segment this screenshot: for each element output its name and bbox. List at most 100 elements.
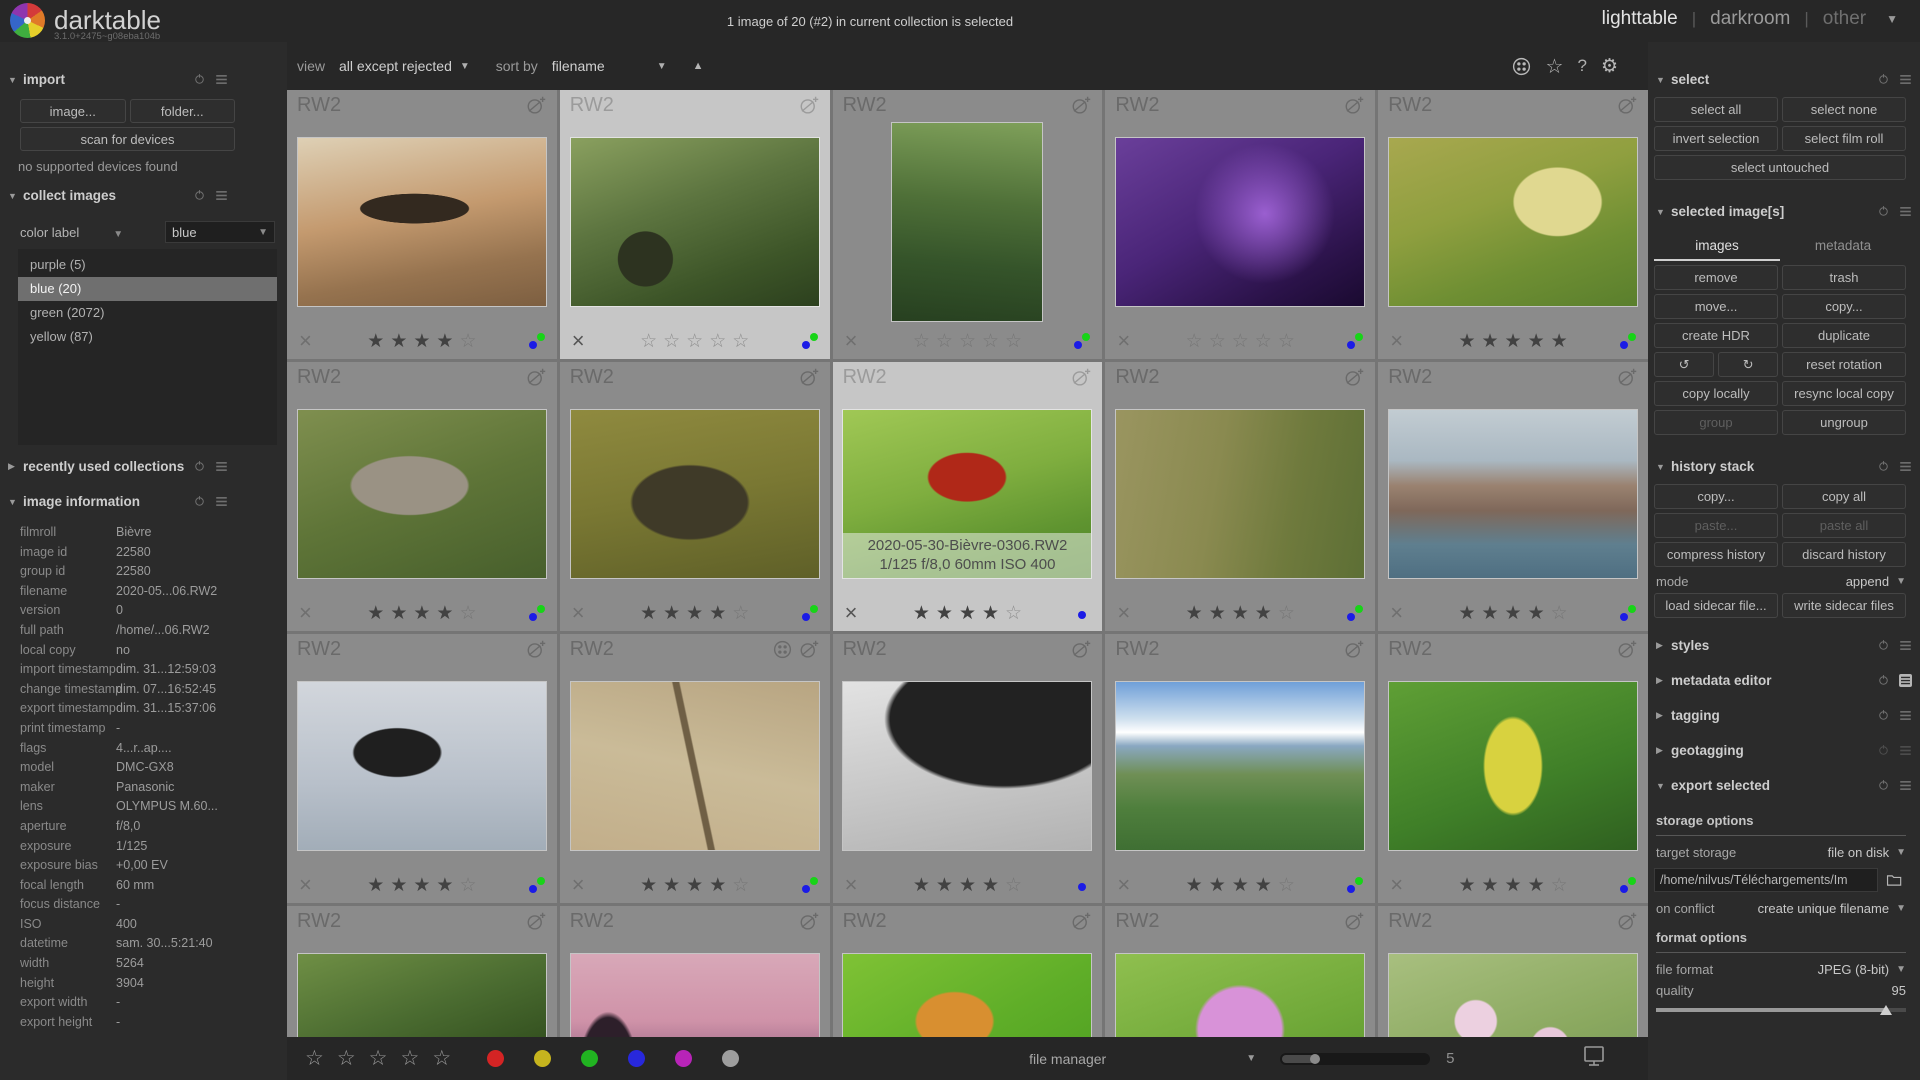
- load-sidecar-file-button[interactable]: load sidecar file...: [1654, 593, 1778, 618]
- yellow-label-filter[interactable]: [534, 1050, 551, 1067]
- star-icon[interactable]: ☆: [1005, 602, 1022, 625]
- star-icon[interactable]: ★: [709, 602, 726, 625]
- presets-icon[interactable]: [1899, 709, 1912, 722]
- thumbnail-cell[interactable]: RW2 × ★★★★☆: [287, 90, 557, 359]
- history-stack-header[interactable]: ▼ history stack: [1648, 453, 1920, 480]
- thumbnail-cell[interactable]: RW2 × ★★★★☆: [1378, 634, 1648, 903]
- import-image-button[interactable]: image...: [20, 99, 126, 123]
- purple-label-filter[interactable]: [675, 1050, 692, 1067]
- target-storage-value[interactable]: file on disk: [1828, 845, 1889, 860]
- star-icon[interactable]: ☆: [459, 874, 476, 897]
- view-darkroom[interactable]: darkroom: [1710, 8, 1790, 30]
- collection-list-item[interactable]: blue (20): [18, 277, 277, 301]
- star-icon[interactable]: ★: [1186, 874, 1203, 897]
- star-icon[interactable]: ☆: [936, 330, 953, 353]
- star-icon[interactable]: ★: [1482, 602, 1499, 625]
- trash-button[interactable]: trash: [1782, 265, 1906, 290]
- photo-thumbnail[interactable]: [843, 954, 1091, 1038]
- chevron-down-icon[interactable]: ▼: [1246, 1053, 1256, 1064]
- star-icon[interactable]: ★: [913, 602, 930, 625]
- star-icon[interactable]: ☆: [732, 874, 749, 897]
- thumbnail-cell[interactable]: RW2 × ☆☆☆☆☆: [833, 90, 1103, 359]
- thumbnail-cell[interactable]: RW2 × ☆☆☆☆☆: [1378, 906, 1648, 1037]
- metadata-editor-panel-header[interactable]: ▶ metadata editor: [1648, 667, 1920, 694]
- thumbnail-cell[interactable]: RW2 × ☆☆☆☆☆: [1105, 906, 1375, 1037]
- star-icon[interactable]: ☆: [1551, 874, 1568, 897]
- presets-icon[interactable]: [1899, 744, 1912, 757]
- star-icon[interactable]: ★: [1209, 602, 1226, 625]
- remove-button[interactable]: remove: [1654, 265, 1778, 290]
- star-rating[interactable]: ★★★★★: [1458, 330, 1567, 353]
- rotate-ccw-button[interactable]: ↺: [1654, 352, 1714, 377]
- tab-images[interactable]: images: [1654, 233, 1780, 261]
- star-icon[interactable]: ☆: [459, 602, 476, 625]
- rating-filter-star[interactable]: ☆: [369, 1046, 388, 1071]
- star-icon[interactable]: ☆: [982, 330, 999, 353]
- presets-icon[interactable]: [215, 495, 228, 508]
- star-icon[interactable]: ☆: [709, 330, 726, 353]
- collect-rule-property[interactable]: color label▼: [20, 225, 165, 240]
- photo-thumbnail[interactable]: [298, 682, 546, 850]
- blue-label-filter[interactable]: [628, 1050, 645, 1067]
- star-icon[interactable]: ★: [1551, 330, 1568, 353]
- photo-thumbnail[interactable]: [843, 682, 1091, 850]
- reject-icon[interactable]: ×: [1117, 331, 1130, 351]
- star-rating[interactable]: ☆☆☆☆☆: [1186, 330, 1295, 353]
- star-icon[interactable]: ★: [390, 330, 407, 353]
- star-icon[interactable]: ★: [1458, 874, 1475, 897]
- star-rating[interactable]: ★★★★☆: [913, 602, 1022, 625]
- star-icon[interactable]: ☆: [1186, 330, 1203, 353]
- view-filter-value[interactable]: all except rejected: [339, 58, 452, 74]
- star-rating[interactable]: ★★★★☆: [1186, 874, 1295, 897]
- reject-icon[interactable]: ×: [1390, 875, 1403, 895]
- reset-icon[interactable]: [193, 189, 206, 202]
- photo-thumbnail[interactable]: [1116, 682, 1364, 850]
- star-rating[interactable]: ★★★★☆: [913, 874, 1022, 897]
- duplicate-button[interactable]: duplicate: [1782, 323, 1906, 348]
- paste-all-button[interactable]: paste all: [1782, 513, 1906, 538]
- star-icon[interactable]: ★: [913, 874, 930, 897]
- photo-thumbnail[interactable]: 2020-05-30-Bièvre-0306.RW2 1/125 f/8,0 6…: [843, 410, 1091, 578]
- presets-icon[interactable]: [215, 189, 228, 202]
- rating-filter-star[interactable]: ☆: [432, 1046, 451, 1071]
- image-information-header[interactable]: ▼ image information: [0, 488, 236, 515]
- recent-collections-header[interactable]: ▶ recently used collections: [0, 453, 236, 480]
- reset-icon[interactable]: [1877, 460, 1890, 473]
- collection-list-item[interactable]: yellow (87): [18, 325, 277, 349]
- tagging-panel-header[interactable]: ▶ tagging: [1648, 702, 1920, 729]
- star-rating[interactable]: ☆☆☆☆☆: [640, 330, 749, 353]
- rating-filter-star[interactable]: ☆: [337, 1046, 356, 1071]
- star-rating[interactable]: ★★★★☆: [367, 602, 476, 625]
- star-icon[interactable]: ★: [436, 602, 453, 625]
- star-icon[interactable]: ☆: [1255, 330, 1272, 353]
- star-rating[interactable]: ★★★★☆: [1186, 602, 1295, 625]
- star-icon[interactable]: ☆: [663, 330, 680, 353]
- zoom-slider[interactable]: [1280, 1053, 1430, 1065]
- photo-thumbnail[interactable]: [1116, 138, 1364, 306]
- sort-ascending-icon[interactable]: ▲: [693, 60, 704, 72]
- history-mode-row[interactable]: mode append ▼: [1656, 574, 1906, 589]
- star-icon[interactable]: ★: [686, 874, 703, 897]
- presets-icon[interactable]: [215, 460, 228, 473]
- star-icon[interactable]: ☆: [1278, 602, 1295, 625]
- star-icon[interactable]: ★: [1528, 602, 1545, 625]
- thumbnail-cell[interactable]: RW2 × ★★★★☆: [1105, 634, 1375, 903]
- rating-filter-star[interactable]: ☆: [400, 1046, 419, 1071]
- star-icon[interactable]: ★: [1232, 874, 1249, 897]
- presets-icon[interactable]: [1899, 639, 1912, 652]
- compress-history-button[interactable]: compress history: [1654, 542, 1778, 567]
- select-panel-header[interactable]: ▼ select: [1648, 66, 1920, 93]
- photo-thumbnail[interactable]: [571, 682, 819, 850]
- copy-locally-button[interactable]: copy locally: [1654, 381, 1778, 406]
- reject-icon[interactable]: ×: [572, 603, 585, 623]
- star-icon[interactable]: ★: [1209, 874, 1226, 897]
- quality-slider[interactable]: [1656, 1004, 1906, 1016]
- reset-icon[interactable]: [1877, 674, 1890, 687]
- collection-list-item[interactable]: purple (5): [18, 253, 277, 277]
- star-icon[interactable]: ☆: [1278, 874, 1295, 897]
- star-icon[interactable]: ★: [1528, 330, 1545, 353]
- resync-local-copy-button[interactable]: resync local copy: [1782, 381, 1906, 406]
- select-untouched-button[interactable]: select untouched: [1654, 155, 1906, 180]
- star-icon[interactable]: ★: [367, 330, 384, 353]
- ungroup-button[interactable]: ungroup: [1782, 410, 1906, 435]
